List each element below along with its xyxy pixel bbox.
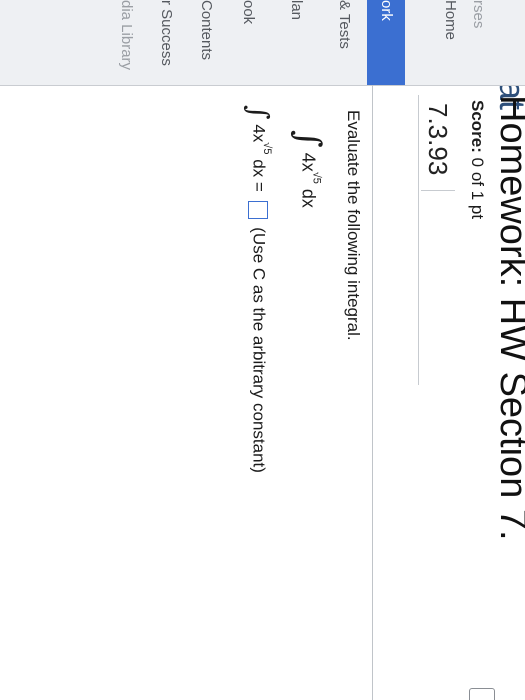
question-number-box: 7.3.93 <box>418 95 457 385</box>
sidebar-item-home[interactable]: Home <box>437 0 463 85</box>
question-instruction: Evaluate the following integral. <box>344 110 363 341</box>
screen: ab Mat Homework: HW Section 7. rses Home… <box>0 0 525 700</box>
page-title: Homework: HW Section 7. <box>492 95 525 541</box>
answer-equals: dx = <box>249 159 269 192</box>
integrand-exponent: √5 <box>310 171 323 184</box>
divider <box>372 85 373 700</box>
header: ab Mat Homework: HW Section 7. <box>469 0 525 700</box>
sidebar-item-courses[interactable]: rses <box>465 0 491 85</box>
integrand-dx: dx <box>298 188 319 208</box>
sidebar: rses Home ork & Tests lan ook Contents r… <box>0 0 525 86</box>
question-number-divider <box>421 190 455 191</box>
sidebar-item-media-library[interactable]: dia Library <box>113 0 139 85</box>
integrand-base: 4x <box>298 152 319 172</box>
sidebar-item-homework[interactable]: ork <box>367 0 405 85</box>
sidebar-item-quizzes-tests[interactable]: & Tests <box>331 0 357 85</box>
answer-input[interactable] <box>248 200 269 219</box>
question-number: 7.3.93 <box>423 103 453 176</box>
answer-line: ∫ 4x√5 dx = (Use C as the arbitrary cons… <box>242 105 276 473</box>
sidebar-item-contents[interactable]: Contents <box>193 0 219 85</box>
header-control-box[interactable] <box>469 688 495 700</box>
answer-integral-symbol: ∫ <box>242 105 276 120</box>
answer-integrand-exponent: √5 <box>261 142 273 155</box>
score-value: 0 of 1 pt <box>468 157 487 220</box>
score-label: Score: <box>468 100 487 153</box>
sidebar-item-study-plan[interactable]: lan <box>283 0 309 85</box>
answer-note: (Use C as the arbitrary constant) <box>249 227 269 473</box>
sidebar-item-success[interactable]: r Success <box>153 0 179 85</box>
answer-integrand-base: 4x <box>249 124 269 143</box>
sidebar-item-ebook[interactable]: ook <box>235 0 261 85</box>
integral-symbol: ∫ <box>288 130 328 148</box>
score-line: Score: 0 of 1 pt <box>467 100 487 219</box>
integral-expression: ∫ 4x√5 dx <box>288 130 328 208</box>
